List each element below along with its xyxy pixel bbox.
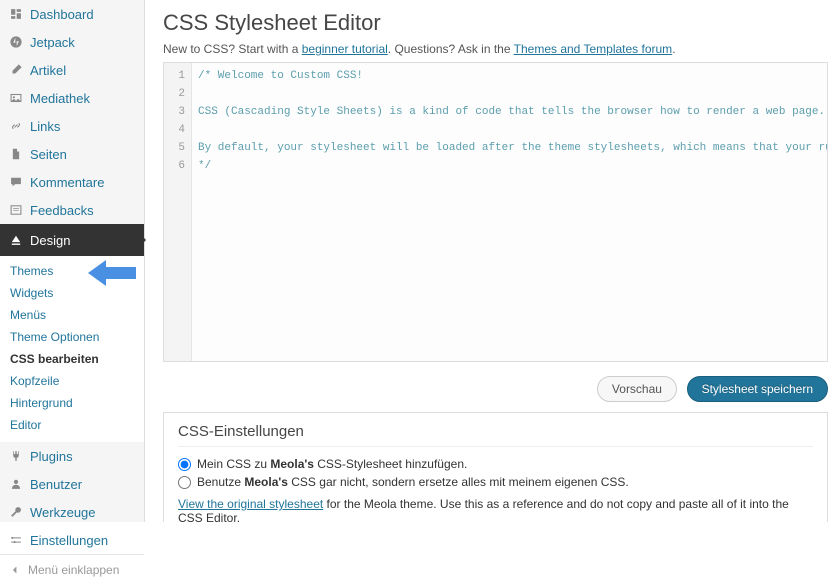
submenu-item[interactable]: Editor	[0, 414, 144, 436]
sidebar-item-settings[interactable]: Einstellungen	[0, 526, 144, 554]
sidebar-item-label: Feedbacks	[30, 203, 94, 218]
sidebar-item-label: Artikel	[30, 63, 66, 78]
sidebar-item-label: Seiten	[30, 147, 67, 162]
submenu-item[interactable]: Kopfzeile	[0, 370, 144, 392]
tutorial-arrow	[88, 258, 136, 288]
sidebar-item-users[interactable]: Benutzer	[0, 470, 144, 498]
links-icon	[8, 118, 24, 134]
collapse-icon	[8, 563, 22, 577]
css-mode-add-radio[interactable]	[178, 458, 191, 471]
sidebar-item-plugins[interactable]: Plugins	[0, 442, 144, 470]
collapse-menu[interactable]: Menü einklappen	[0, 554, 144, 585]
sidebar-item-design[interactable]: Design	[0, 224, 144, 256]
main-content: CSS Stylesheet Editor New to CSS? Start …	[145, 0, 840, 522]
plugins-icon	[8, 448, 24, 464]
tools-icon	[8, 504, 24, 520]
posts-icon	[8, 62, 24, 78]
css-mode-add[interactable]: Mein CSS zu Meola's CSS-Stylesheet hinzu…	[178, 457, 813, 471]
sidebar-item-label: Werkzeuge	[30, 505, 96, 520]
submenu-item[interactable]: Hintergrund	[0, 392, 144, 414]
sidebar-item-label: Design	[30, 233, 70, 248]
css-mode-replace[interactable]: Benutze Meola's CSS gar nicht, sondern e…	[178, 475, 813, 489]
sidebar-item-posts[interactable]: Artikel	[0, 56, 144, 84]
feedback-icon	[8, 202, 24, 218]
jetpack-icon	[8, 34, 24, 50]
submenu-item[interactable]: CSS bearbeiten	[0, 348, 144, 370]
users-icon	[8, 476, 24, 492]
dashboard-icon	[8, 6, 24, 22]
appearance-icon	[8, 232, 24, 248]
editor-code: /* Welcome to Custom CSS! CSS (Cascading…	[192, 63, 827, 179]
sidebar-item-dashboard[interactable]: Dashboard	[0, 0, 144, 28]
css-settings-panel: CSS-Einstellungen Mein CSS zu Meola's CS…	[163, 412, 828, 522]
save-button[interactable]: Stylesheet speichern	[687, 376, 828, 402]
submenu-item[interactable]: Menüs	[0, 304, 144, 326]
css-mode-replace-radio[interactable]	[178, 476, 191, 489]
sidebar-item-label: Kommentare	[30, 175, 104, 190]
settings-note: View the original stylesheet for the Meo…	[178, 497, 813, 522]
sidebar-item-label: Jetpack	[30, 35, 75, 50]
page-title: CSS Stylesheet Editor	[163, 10, 828, 36]
button-row: Vorschau Stylesheet speichern	[163, 376, 828, 402]
editor-gutter: 123456	[164, 63, 192, 361]
css-editor[interactable]: 123456 /* Welcome to Custom CSS! CSS (Ca…	[163, 62, 828, 362]
settings-title: CSS-Einstellungen	[178, 423, 813, 447]
sidebar-item-media[interactable]: Mediathek	[0, 84, 144, 112]
sidebar-item-label: Einstellungen	[30, 533, 108, 548]
preview-button[interactable]: Vorschau	[597, 376, 677, 402]
sidebar-item-label: Links	[30, 119, 60, 134]
sidebar-item-jetpack[interactable]: Jetpack	[0, 28, 144, 56]
beginner-tutorial-link[interactable]: beginner tutorial	[302, 42, 388, 56]
media-icon	[8, 90, 24, 106]
intro-text: New to CSS? Start with a beginner tutori…	[163, 42, 828, 56]
sidebar-item-label: Plugins	[30, 449, 73, 464]
sidebar-item-pages[interactable]: Seiten	[0, 140, 144, 168]
pages-icon	[8, 146, 24, 162]
settings-icon	[8, 532, 24, 548]
sidebar-item-links[interactable]: Links	[0, 112, 144, 140]
sidebar-item-feedback[interactable]: Feedbacks	[0, 196, 144, 224]
sidebar-item-label: Dashboard	[30, 7, 94, 22]
sidebar-item-label: Mediathek	[30, 91, 90, 106]
comments-icon	[8, 174, 24, 190]
sidebar-item-label: Benutzer	[30, 477, 82, 492]
original-stylesheet-link[interactable]: View the original stylesheet	[178, 497, 323, 511]
collapse-label: Menü einklappen	[28, 563, 119, 577]
themes-forum-link[interactable]: Themes and Templates forum	[514, 42, 673, 56]
sidebar-item-comments[interactable]: Kommentare	[0, 168, 144, 196]
submenu-item[interactable]: Theme Optionen	[0, 326, 144, 348]
